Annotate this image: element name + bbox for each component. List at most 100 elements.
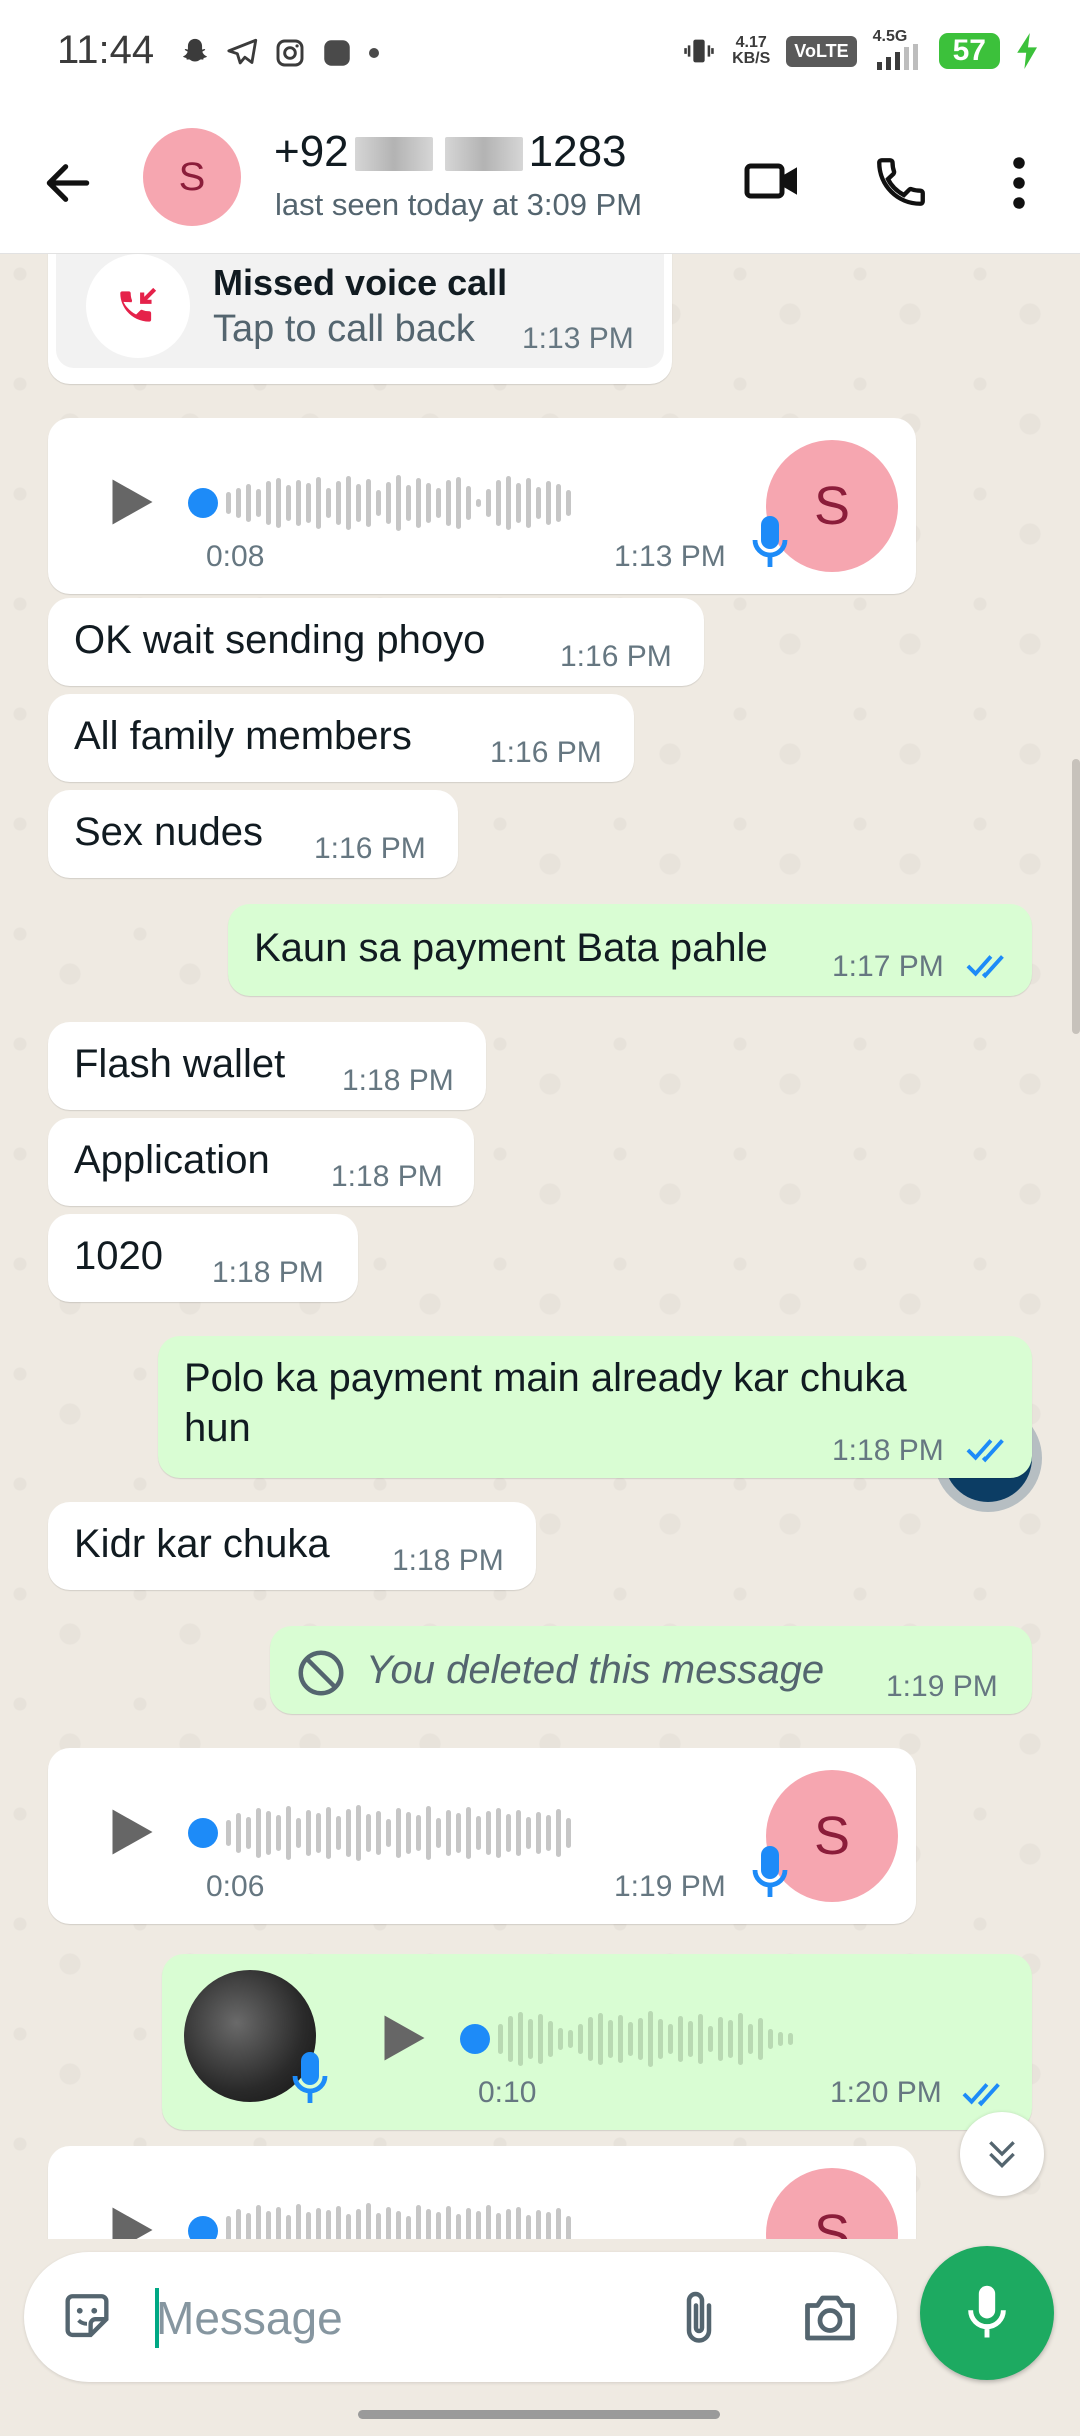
scrollbar[interactable] [1072,759,1080,1034]
notification-icons [178,36,380,70]
message-time: 1:18 PM [832,1434,944,1467]
play-icon[interactable] [100,472,160,532]
sender-avatar: S [766,2168,898,2239]
incoming-message[interactable]: All family members 1:16 PM [48,694,634,782]
voice-waveform[interactable] [498,2009,793,2069]
voice-record-button[interactable] [920,2246,1054,2380]
message-composer[interactable] [24,2252,897,2382]
status-time: 11:44 [57,28,155,72]
play-icon[interactable] [100,2200,160,2239]
voice-waveform[interactable] [226,2201,571,2239]
video-call-icon[interactable] [742,151,802,211]
missed-call-icon [120,287,157,322]
voice-message-bubble-outgoing[interactable]: 0:10 1:20 PM [162,1954,1032,2130]
message-text: All family members [74,714,412,758]
message-text: You deleted this message [366,1648,825,1692]
mic-icon [968,2285,1006,2338]
scroll-to-bottom-button[interactable] [960,2112,1044,2196]
message-time: 1:18 PM [342,1064,454,1097]
message-time: 1:16 PM [314,832,426,865]
camera-icon[interactable] [800,2290,860,2346]
voice-message-bubble[interactable]: S [48,2146,916,2239]
voice-progress-dot[interactable] [188,488,218,518]
mic-icon [752,516,788,567]
message-input[interactable] [154,2282,678,2354]
voice-message-bubble[interactable]: 0:06 1:19 PM S [48,1748,916,1924]
status-bar: 11:44 4.17 KB/S VoLTE 4.5G 57 [0,0,1080,115]
app-icon [324,40,350,66]
system-icons: 4.17 KB/S VoLTE 4.5G 57 [682,28,1040,70]
message-time: 1:16 PM [560,640,672,673]
more-vert-icon[interactable] [1004,153,1034,213]
message-time: 1:13 PM [614,540,726,573]
message-time: 1:13 PM [522,322,634,355]
vibrate-icon [684,39,714,63]
play-icon[interactable] [100,1802,160,1862]
chat-header: S +92 1283 last seen today at 3:09 PM [0,115,1080,254]
message-time: 1:18 PM [331,1160,443,1193]
last-seen: last seen today at 3:09 PM [275,187,643,222]
message-text-line: hun [184,1406,251,1450]
emoji-sticker-icon[interactable] [58,2289,116,2347]
incoming-message[interactable]: Flash wallet 1:18 PM [48,1022,486,1110]
dot-icon [369,48,379,58]
read-ticks-icon [962,2083,1000,2107]
volte-badge: VoLTE [786,35,857,67]
incoming-message[interactable]: 1020 1:18 PM [48,1214,358,1302]
voice-progress-dot[interactable] [188,1818,218,1848]
deleted-icon [298,1650,344,1696]
outgoing-message[interactable]: Kaun sa payment Bata pahle 1:17 PM [228,904,1032,996]
signal-icon: 4.5G [873,28,923,70]
back-arrow-icon[interactable] [40,155,96,211]
missed-call-card[interactable]: Missed voice call Tap to call back 1:13 … [56,254,664,368]
incoming-message[interactable]: Kidr kar chuka 1:18 PM [48,1502,536,1590]
missed-call-icon-wrap [86,254,190,358]
contact-name[interactable]: +92 1283 [274,127,627,177]
voice-duration: 0:08 [206,540,265,573]
voice-message-bubble[interactable]: 0:08 1:13 PM S [48,418,916,594]
redacted-digits [444,137,523,172]
voice-waveform[interactable] [226,473,571,533]
message-time: 1:17 PM [832,950,944,983]
message-time: 1:19 PM [614,1870,726,1903]
message-time: 1:20 PM [830,2076,942,2109]
message-text: Flash wallet [74,1042,286,1086]
outgoing-message[interactable]: Polo ka payment main already kar chuka h… [158,1336,1032,1478]
voice-progress-dot[interactable] [460,2024,490,2054]
message-text: Application [74,1138,270,1182]
snapchat-icon [182,38,208,62]
deleted-message[interactable]: You deleted this message 1:19 PM [270,1626,1032,1714]
gesture-nav-bar[interactable] [358,2410,720,2419]
contact-avatar[interactable]: S [143,128,241,226]
redacted-digits [354,137,433,172]
missed-call-subtitle[interactable]: Tap to call back [213,308,475,351]
message-text: OK wait sending phoyo [74,618,486,662]
voice-duration: 0:06 [206,1870,265,1903]
message-time: 1:18 PM [212,1256,324,1289]
chat-scroll-area[interactable]: Missed voice call Tap to call back 1:13 … [0,254,1080,2239]
play-icon[interactable] [372,2008,432,2068]
read-ticks-icon [966,955,1004,979]
mic-icon [292,2052,328,2103]
read-ticks-icon [966,1439,1004,1463]
incoming-message[interactable]: Application 1:18 PM [48,1118,474,1206]
incoming-message[interactable]: OK wait sending phoyo 1:16 PM [48,598,704,686]
message-time: 1:16 PM [490,736,602,769]
voice-call-icon[interactable] [872,153,930,211]
message-text: Sex nudes [74,810,264,854]
double-chevron-down-icon [989,2141,1015,2169]
message-text: 1020 [74,1234,163,1278]
voice-progress-dot[interactable] [188,2216,218,2239]
message-text-line: Polo ka payment main already kar chuka [184,1356,907,1400]
instagram-icon [276,39,304,67]
net-speed: 4.17 KB/S [732,34,771,67]
incoming-message[interactable]: Sex nudes 1:16 PM [48,790,458,878]
message-text: Kaun sa payment Bata pahle [254,926,768,970]
missed-call-title: Missed voice call [213,262,508,303]
charging-icon [1017,33,1037,69]
mic-icon [752,1846,788,1897]
missed-call-bubble[interactable]: Missed voice call Tap to call back 1:13 … [48,254,672,384]
voice-waveform[interactable] [226,1803,571,1863]
message-time: 1:19 PM [886,1670,998,1703]
attach-icon[interactable] [674,2288,724,2348]
